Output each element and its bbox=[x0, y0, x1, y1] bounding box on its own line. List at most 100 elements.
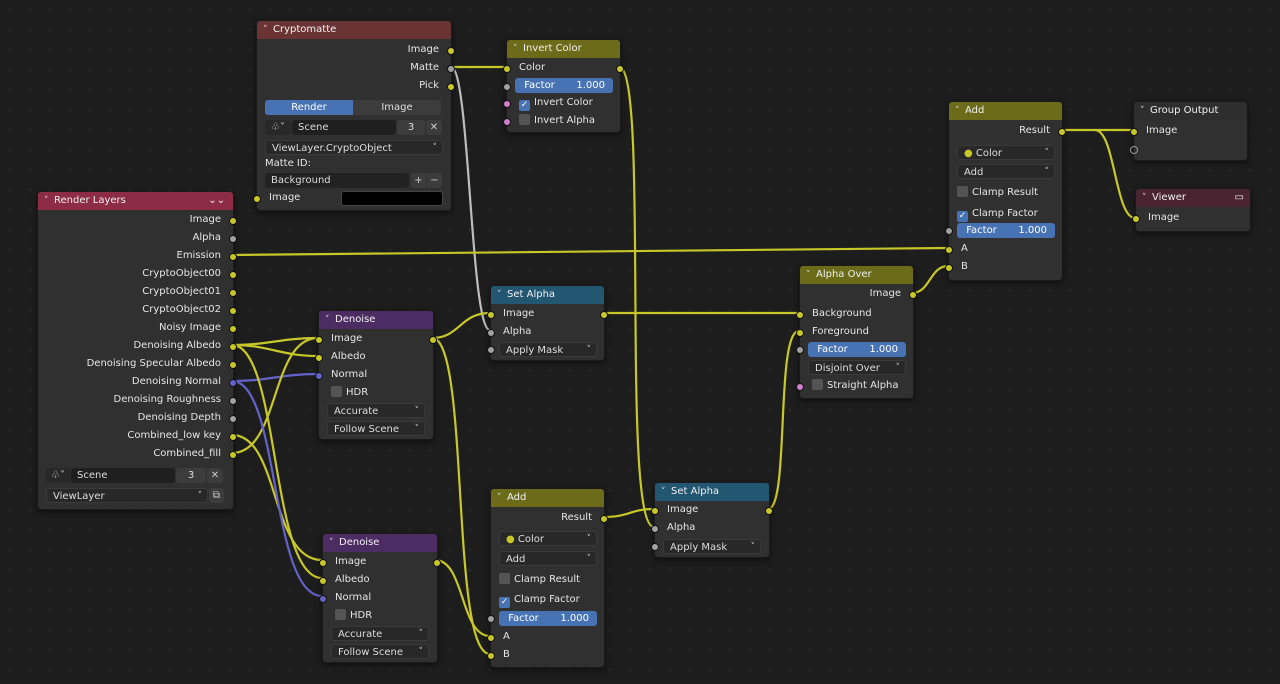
socket-input[interactable] bbox=[796, 311, 804, 319]
checkbox-icon[interactable] bbox=[499, 573, 510, 584]
collapse-chevron-icon[interactable]: ˅ bbox=[955, 102, 965, 120]
denoise-node-top[interactable]: ˅ Denoise Image Albedo Normal HDR Accurat… bbox=[315, 310, 437, 440]
add-node-bottom[interactable]: ˅ Add Result ● Color ˅ Add ˅ Clamp Result ✓… bbox=[487, 488, 608, 668]
node-header[interactable]: ˅ Denoise bbox=[319, 311, 433, 329]
factor-slider[interactable]: Factor 1.000 bbox=[515, 78, 613, 93]
remove-matte-icon[interactable]: − bbox=[427, 173, 442, 188]
tab-image[interactable]: Image bbox=[353, 100, 441, 115]
socket-output[interactable] bbox=[447, 47, 455, 55]
node-header[interactable]: ˅ Viewer ▭ bbox=[1136, 189, 1250, 207]
socket-output[interactable] bbox=[433, 559, 441, 567]
socket-output[interactable] bbox=[229, 433, 237, 441]
viewer-node[interactable]: ˅ Viewer ▭ Image bbox=[1132, 188, 1251, 232]
collapse-chevron-icon[interactable]: ˅ bbox=[497, 489, 507, 507]
collapse-chevron-icon[interactable]: ˅ bbox=[329, 534, 339, 552]
socket-input[interactable] bbox=[253, 195, 261, 203]
socket-input[interactable] bbox=[1130, 128, 1138, 136]
socket-input[interactable] bbox=[319, 577, 327, 585]
socket-input[interactable] bbox=[796, 346, 804, 354]
collapse-chevron-icon[interactable]: ˅ bbox=[513, 40, 523, 58]
socket-output[interactable] bbox=[229, 307, 237, 315]
invert-alpha-toggle[interactable]: Invert Alpha bbox=[503, 112, 620, 130]
socket-input[interactable] bbox=[651, 525, 659, 533]
checkbox-icon[interactable] bbox=[331, 386, 342, 397]
node-header[interactable]: ˅ Denoise bbox=[323, 534, 437, 552]
layer-dropdown[interactable]: ViewLayer.CryptoObject ˅ bbox=[265, 140, 443, 155]
socket-input[interactable] bbox=[319, 559, 327, 567]
socket-input[interactable] bbox=[1130, 146, 1138, 154]
image-color-swatch[interactable] bbox=[341, 191, 443, 206]
clamp-factor-toggle[interactable]: ✓ Clamp Factor bbox=[487, 591, 604, 609]
checkbox-icon[interactable] bbox=[812, 379, 823, 390]
scene-browse-icon[interactable]: ♧˅ bbox=[265, 120, 291, 135]
node-header[interactable]: ˅ Render Layers ⌄⌄ bbox=[38, 192, 233, 210]
collapse-chevron-icon[interactable]: ˅ bbox=[325, 311, 335, 329]
socket-input[interactable] bbox=[503, 83, 511, 91]
group-output-node[interactable]: ˅ Group Output Image bbox=[1130, 101, 1248, 161]
socket-input[interactable] bbox=[796, 383, 804, 391]
node-header[interactable]: ˅ Invert Color bbox=[507, 40, 620, 58]
prefilter-dropdown[interactable]: Accurate ˅ bbox=[327, 403, 425, 418]
factor-slider[interactable]: Factor 1.000 bbox=[808, 342, 906, 357]
socket-output[interactable] bbox=[229, 415, 237, 423]
factor-slider[interactable]: Factor 1.000 bbox=[957, 223, 1055, 238]
socket-input[interactable] bbox=[315, 372, 323, 380]
socket-input[interactable] bbox=[945, 246, 953, 254]
render-layer-icon[interactable]: ⧉ bbox=[209, 488, 224, 503]
node-header[interactable]: ˅ Set Alpha bbox=[491, 286, 604, 304]
data-type-dropdown[interactable]: ● Color ˅ bbox=[499, 531, 597, 546]
collapse-chevron-icon[interactable]: ˅ bbox=[44, 192, 54, 210]
socket-output[interactable] bbox=[229, 271, 237, 279]
mode-dropdown[interactable]: Apply Mask ˅ bbox=[663, 539, 761, 554]
hdr-toggle[interactable]: HDR bbox=[319, 384, 433, 402]
socket-output[interactable] bbox=[909, 291, 917, 299]
scene-field[interactable]: Scene bbox=[71, 468, 175, 483]
collapse-chevron-icon[interactable]: ˅ bbox=[661, 483, 671, 501]
factor-slider[interactable]: Factor 1.000 bbox=[499, 611, 597, 626]
socket-input[interactable] bbox=[487, 652, 495, 660]
view-layer-dropdown[interactable]: ViewLayer ˅ bbox=[46, 488, 208, 503]
socket-output[interactable] bbox=[1058, 128, 1066, 136]
collapse-chevron-icon[interactable]: ˅ bbox=[1142, 189, 1152, 207]
render-preview-icon[interactable]: ⌄⌄ bbox=[208, 192, 225, 210]
node-header[interactable]: ˅ Group Output bbox=[1134, 102, 1247, 120]
socket-input[interactable] bbox=[1132, 215, 1140, 223]
checkbox-icon[interactable]: ✓ bbox=[499, 597, 510, 608]
set-alpha-node-bottom[interactable]: ˅ Set Alpha Image Alpha Apply Mask ˅ bbox=[651, 482, 773, 558]
socket-input[interactable] bbox=[487, 634, 495, 642]
collapse-chevron-icon[interactable]: ˅ bbox=[497, 286, 507, 304]
checkbox-icon[interactable] bbox=[957, 186, 968, 197]
socket-input[interactable] bbox=[315, 354, 323, 362]
socket-output[interactable] bbox=[229, 325, 237, 333]
socket-input[interactable] bbox=[315, 336, 323, 344]
socket-input[interactable] bbox=[487, 346, 495, 354]
set-alpha-node-top[interactable]: ˅ Set Alpha Image Alpha Apply Mask ˅ bbox=[487, 285, 608, 361]
socket-output[interactable] bbox=[600, 515, 608, 523]
node-header[interactable]: ˅ Cryptomatte bbox=[257, 21, 451, 39]
mode-dropdown[interactable]: Apply Mask ˅ bbox=[499, 342, 597, 357]
node-header[interactable]: ˅ Add bbox=[949, 102, 1062, 120]
socket-output[interactable] bbox=[600, 311, 608, 319]
socket-input[interactable] bbox=[503, 65, 511, 73]
invert-color-toggle[interactable]: ✓ Invert Color bbox=[503, 94, 620, 112]
collapse-chevron-icon[interactable]: ˅ bbox=[806, 266, 816, 284]
straight-alpha-toggle[interactable]: Straight Alpha bbox=[796, 377, 913, 395]
socket-output[interactable] bbox=[229, 451, 237, 459]
socket-input[interactable] bbox=[945, 264, 953, 272]
socket-output[interactable] bbox=[229, 361, 237, 369]
socket-output[interactable] bbox=[447, 65, 455, 73]
checkbox-icon[interactable]: ✓ bbox=[519, 100, 530, 111]
scene-field[interactable]: Scene bbox=[292, 120, 396, 135]
tab-render[interactable]: Render bbox=[265, 100, 353, 115]
data-type-dropdown[interactable]: ● Color ˅ bbox=[957, 145, 1055, 160]
checkbox-icon[interactable] bbox=[519, 114, 530, 125]
socket-output[interactable] bbox=[447, 83, 455, 91]
socket-input[interactable] bbox=[487, 311, 495, 319]
collapse-chevron-icon[interactable]: ˅ bbox=[1140, 102, 1150, 120]
hdr-toggle[interactable]: HDR bbox=[323, 607, 437, 625]
denoise-node-bottom[interactable]: ˅ Denoise Image Albedo Normal HDR Accurat… bbox=[319, 533, 441, 663]
socket-output[interactable] bbox=[229, 289, 237, 297]
socket-input[interactable] bbox=[503, 118, 511, 126]
matte-id-field[interactable]: Background bbox=[265, 173, 409, 188]
mode-dropdown[interactable]: Disjoint Over ˅ bbox=[808, 360, 906, 375]
